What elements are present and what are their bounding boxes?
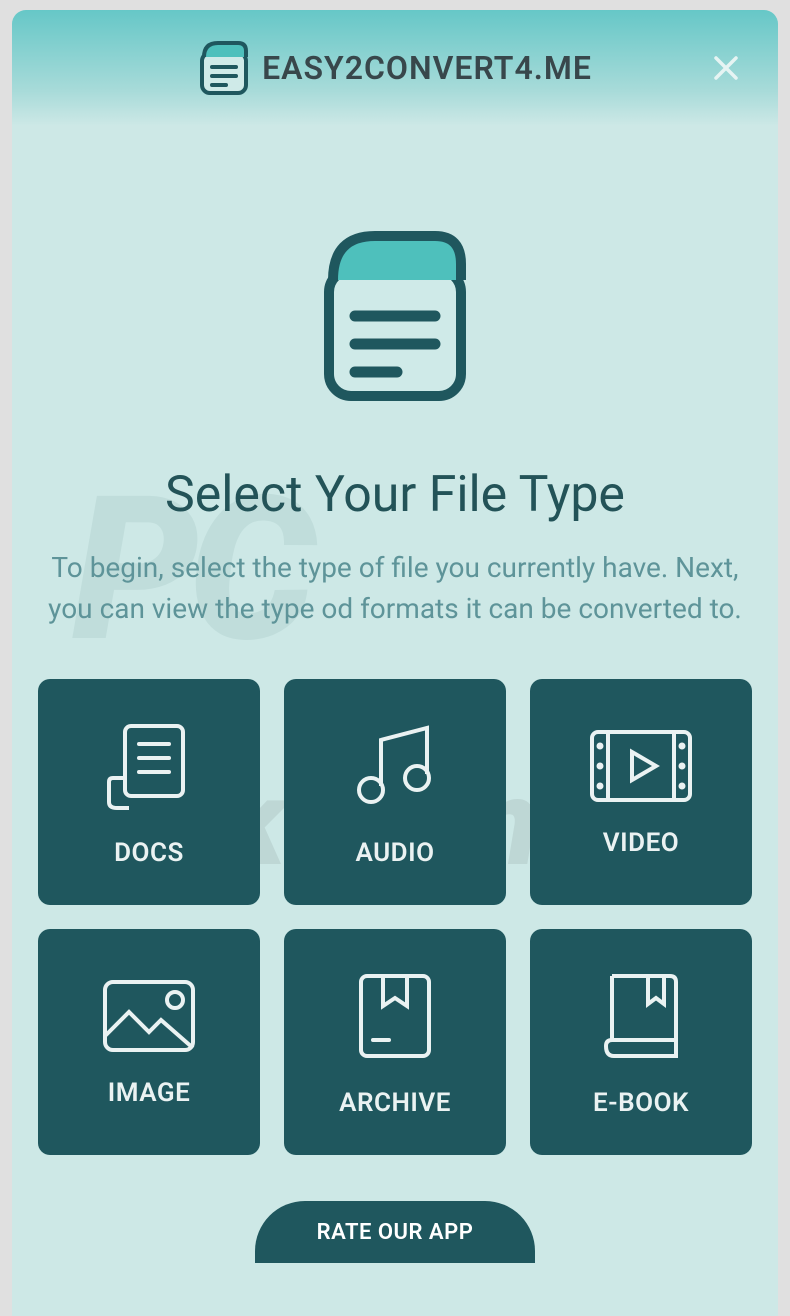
rate-app-label: RATE OUR APP xyxy=(317,1220,474,1245)
image-icon xyxy=(99,976,199,1056)
tile-label: VIDEO xyxy=(603,828,679,858)
modal-header: EASY2CONVERT4.ME xyxy=(12,10,778,126)
file-type-grid: DOCS AUDIO xyxy=(36,679,754,1155)
tile-ebook[interactable]: E-BOOK xyxy=(530,929,752,1155)
tile-audio[interactable]: AUDIO xyxy=(284,679,506,905)
tile-label: IMAGE xyxy=(108,1078,191,1108)
page-subtitle: To begin, select the type of file you cu… xyxy=(36,548,754,629)
tile-docs[interactable]: DOCS xyxy=(38,679,260,905)
close-icon xyxy=(712,54,740,82)
rate-app-button[interactable]: RATE OUR APP xyxy=(255,1201,535,1263)
page-title: Select Your File Type xyxy=(165,466,625,524)
brand-logo: EASY2CONVERT4.ME xyxy=(198,39,592,97)
document-hero-icon xyxy=(315,226,475,406)
tile-image[interactable]: IMAGE xyxy=(38,929,260,1155)
audio-icon xyxy=(345,716,445,816)
docs-icon xyxy=(99,716,199,816)
ebook-icon xyxy=(596,966,686,1066)
close-button[interactable] xyxy=(704,46,748,90)
brand-title: EASY2CONVERT4.ME xyxy=(262,49,592,87)
modal-content: Select Your File Type To begin, select t… xyxy=(12,126,778,1316)
document-clip-icon xyxy=(198,39,250,97)
converter-modal: EASY2CONVERT4.ME PC risk.com Select Your… xyxy=(12,10,778,1316)
tile-label: AUDIO xyxy=(355,838,434,868)
tile-label: E-BOOK xyxy=(593,1088,689,1118)
tile-archive[interactable]: ARCHIVE xyxy=(284,929,506,1155)
tile-label: DOCS xyxy=(114,838,184,868)
archive-icon xyxy=(345,966,445,1066)
video-icon xyxy=(586,726,696,806)
tile-label: ARCHIVE xyxy=(339,1088,451,1118)
tile-video[interactable]: VIDEO xyxy=(530,679,752,905)
